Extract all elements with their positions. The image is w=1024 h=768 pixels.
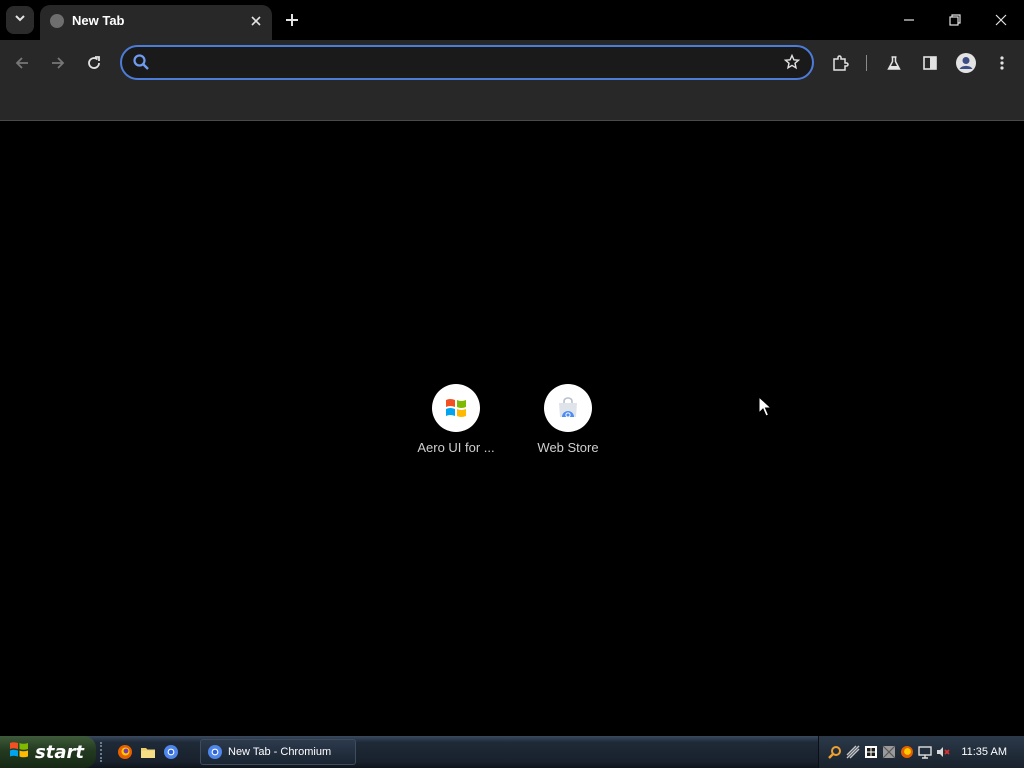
labs-button[interactable] (880, 49, 908, 77)
reload-button[interactable] (80, 49, 108, 77)
new-tab-page: Aero UI for ... Web Store (0, 121, 1024, 736)
profile-button[interactable] (952, 49, 980, 77)
monitor-icon[interactable] (917, 744, 933, 760)
restore-button[interactable] (932, 0, 978, 40)
close-icon (251, 16, 261, 26)
side-panel-icon (923, 56, 937, 70)
extensions-button[interactable] (826, 49, 854, 77)
profile-avatar-icon (956, 53, 976, 73)
new-tab-button[interactable] (280, 8, 304, 32)
system-tray: 11:35 AM (818, 736, 1024, 768)
search-icon[interactable] (827, 744, 843, 760)
minimize-icon (904, 19, 914, 21)
taskbar-clock[interactable]: 11:35 AM (961, 746, 1007, 758)
shortcut-title: Aero UI for ... (417, 440, 495, 455)
browser-toolbar (0, 40, 1024, 86)
menu-button[interactable] (988, 49, 1016, 77)
shortcut-icon-circle (544, 384, 592, 432)
folder-icon[interactable] (139, 743, 157, 761)
kebab-menu-icon (1000, 56, 1004, 70)
quick-launch-bar (100, 742, 185, 762)
plus-icon (286, 14, 298, 26)
arrow-left-icon (15, 57, 28, 69)
network-icon[interactable] (845, 744, 861, 760)
bookmarks-bar (0, 86, 1024, 121)
close-tab-button[interactable] (248, 13, 264, 29)
side-panel-button[interactable] (916, 49, 944, 77)
browser-window: New Tab Aero UI for ... Web Store (0, 0, 1024, 736)
shortcut-tile-web-store[interactable]: Web Store (512, 370, 624, 470)
volume-muted-icon[interactable] (935, 744, 951, 760)
taskbar: start New Tab - Chromium 11:35 AM (0, 736, 1024, 768)
toolbar-divider (866, 55, 867, 71)
start-label: start (35, 741, 84, 763)
chromium-icon (208, 745, 222, 759)
shortcut-tile-aero-ui[interactable]: Aero UI for ... (400, 370, 512, 470)
mouse-pointer-icon (758, 395, 773, 423)
address-bar[interactable] (120, 45, 814, 80)
firefox-icon[interactable] (116, 743, 134, 761)
chromium-icon[interactable] (162, 743, 180, 761)
flask-icon (887, 56, 901, 70)
close-icon (995, 14, 1007, 26)
tab-title: New Tab (72, 13, 125, 28)
puzzle-icon (833, 55, 849, 71)
minimize-button[interactable] (886, 0, 932, 40)
taskbar-window-label: New Tab - Chromium (228, 746, 332, 758)
search-icon (132, 53, 150, 76)
shortcut-title: Web Store (537, 440, 599, 455)
tab-search-button[interactable] (6, 6, 34, 34)
tab-strip: New Tab (0, 0, 1024, 40)
forward-button[interactable] (44, 49, 72, 77)
reload-icon (88, 56, 100, 69)
arrow-right-icon (52, 57, 65, 69)
bookmark-star-button[interactable] (782, 52, 802, 72)
globe-icon (50, 14, 64, 28)
windows-flag-icon (446, 399, 466, 417)
start-button[interactable]: start (0, 736, 96, 768)
display-icon[interactable] (881, 744, 897, 760)
toolbar-grip[interactable] (100, 742, 108, 762)
security-shield-icon[interactable] (863, 744, 879, 760)
restore-icon (949, 14, 961, 26)
star-icon (784, 54, 800, 70)
back-button[interactable] (8, 49, 36, 77)
shortcut-icon-circle (432, 384, 480, 432)
firefox-icon[interactable] (899, 744, 915, 760)
windows-logo-icon (9, 741, 29, 764)
close-window-button[interactable] (978, 0, 1024, 40)
omnibox-input[interactable] (158, 51, 782, 75)
chevron-down-icon (14, 11, 26, 29)
tab-new-tab[interactable]: New Tab (40, 5, 272, 40)
taskbar-window-button[interactable]: New Tab - Chromium (200, 739, 356, 765)
web-store-icon (559, 397, 577, 418)
